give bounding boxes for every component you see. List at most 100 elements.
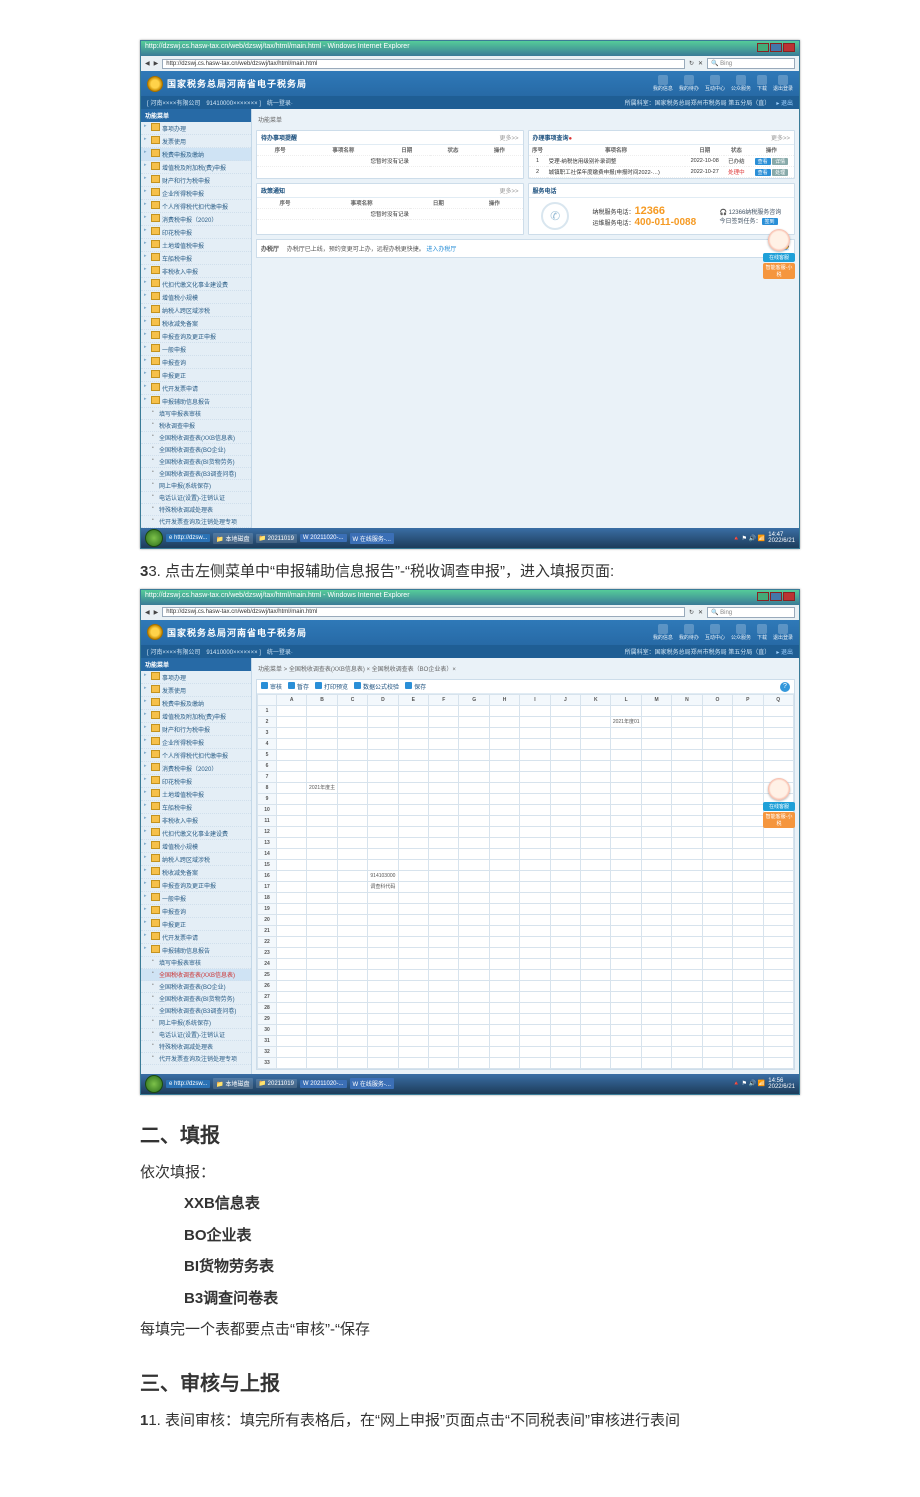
btn-check[interactable]: 数据公式校验	[354, 682, 399, 691]
sidebar-sub-item-xxb[interactable]: 全国税收调查表(XXB信息表)	[141, 969, 251, 981]
start-button[interactable]	[145, 529, 163, 547]
search-input[interactable]: 🔍 Bing	[707, 58, 795, 69]
online-service-btn[interactable]: 在线客服	[763, 253, 795, 262]
sidebar-item[interactable]: 增值税及附加税(费)申报	[141, 161, 251, 174]
sidebar-sub-item[interactable]: 全国税收调查表(B3调查问卷)	[141, 468, 251, 480]
window-buttons[interactable]	[756, 43, 795, 54]
forward-icon[interactable]: ▶	[154, 609, 159, 616]
forward-icon[interactable]: ▶	[154, 60, 159, 67]
hdr-icon-download[interactable]: 下载	[757, 75, 767, 92]
sidebar-sub-item[interactable]: 全国税收调查表(BO企业)	[141, 444, 251, 456]
hdr-icon-exit[interactable]: 退出登录	[773, 75, 793, 92]
hdr-icon-public[interactable]: 公众服务	[731, 75, 751, 92]
heading-audit: 三、审核与上报	[140, 1367, 800, 1396]
signin-btn[interactable]: 签到	[762, 218, 778, 225]
header-iconrow: 我的信息 我的待办 互动中心 公众服务 下载 退出登录	[653, 75, 793, 92]
taskbar-item[interactable]: 📁 20211019	[256, 534, 297, 543]
view-btn[interactable]: 查看	[755, 158, 771, 165]
panel-more[interactable]: 更多>>	[771, 133, 790, 142]
spreadsheet-grid[interactable]: ABCDEFGHIJKLMNOPQ122021年度013456782021年度主…	[257, 694, 794, 1069]
help-icon[interactable]: ?	[780, 682, 790, 692]
btn-print[interactable]: 打印预览	[315, 682, 348, 691]
url-input[interactable]: http://dzswj.cs.hasw-tax.cn/web/dzswj/ta…	[162, 607, 685, 617]
sidebar-item[interactable]: 一般申报	[141, 343, 251, 356]
sidebar-sub-item[interactable]: 电话认证(设置)-注销认证	[141, 492, 251, 504]
sidebar-item[interactable]: 个人所得税代扣代缴申报	[141, 200, 251, 213]
taskbar-item[interactable]: 📁 本地磁盘	[213, 533, 252, 544]
start-button[interactable]	[145, 1075, 163, 1093]
sidebar-item[interactable]: 申报查询及更正申报	[141, 330, 251, 343]
handle-btn[interactable]: 处理	[772, 169, 788, 176]
sidebar-sub-item[interactable]: 全国税收调查表(XXB信息表)	[141, 432, 251, 444]
sidebar-item[interactable]: 财产和行为税申报	[141, 174, 251, 187]
site-title: 国家税务总局河南省电子税务局	[167, 77, 307, 90]
btn-stash[interactable]: 暂存	[288, 682, 309, 691]
sidebar-item[interactable]: 代扣代缴文化事业建设费	[141, 278, 251, 291]
main-area: 功能菜单 待办事项提醒 更多>> 序号事项名称日期状态操作 您暂时没有记录 办理…	[252, 109, 799, 528]
tray-icons[interactable]: 🔺 ⚑ 🔊 📶	[733, 535, 766, 542]
back-icon[interactable]: ◀	[145, 609, 150, 616]
sidebar-item-aux-report[interactable]: 申报辅助信息报告	[141, 395, 251, 408]
exit-link[interactable]: ▸ 退出	[776, 101, 793, 107]
voice-link[interactable]: 🎧 12366纳税服务咨询	[719, 207, 781, 216]
emblem-icon	[147, 624, 163, 640]
sidebar-item[interactable]: 纳税人跨区域涉税	[141, 304, 251, 317]
panel-phone: 服务电话 ✆ 纳税服务电话：12366 运维服务电话：400-011-0088 …	[528, 183, 796, 235]
sidebar-sub-item[interactable]: 代开发票查询及注销处理专项	[141, 516, 251, 528]
sidebar-sub-item[interactable]: 特殊税收调减处理表	[141, 504, 251, 516]
sidebar-item[interactable]: 车船税申报	[141, 252, 251, 265]
stop-icon[interactable]: ✕	[698, 60, 703, 67]
sidebar-sub-item[interactable]: 填写申报表审核	[141, 408, 251, 420]
online-service-btn[interactable]: 在线客服	[763, 802, 795, 811]
hotline-12366: 12366	[634, 205, 665, 217]
sidebar-item[interactable]: 申报查询	[141, 356, 251, 369]
sidebar-item[interactable]: 土地增值税申报	[141, 239, 251, 252]
detail-btn[interactable]: 详情	[772, 158, 788, 165]
sidebar-sub-item-tax-survey[interactable]: 税收调查申报	[141, 420, 251, 432]
list-item: XXB信息表	[184, 1191, 800, 1217]
sheet-toolbar: 审核 暂存 打印预览 数据公式校验 保存 ?	[257, 680, 794, 694]
taskbar-item[interactable]: W 在线服务-...	[350, 533, 394, 544]
sidebar: 功能菜单 事项办理 发票使用 税费申报及缴纳 增值税及附加税(费)申报 财产和行…	[141, 658, 252, 1074]
taskbar-item[interactable]: e http://dzsw...	[166, 534, 210, 542]
ie-window-title: http://dzswj.cs.hasw-tax.cn/web/dzswj/ta…	[145, 43, 410, 54]
refresh-icon[interactable]: ↻	[689, 609, 694, 616]
smart-service-btn[interactable]: 智能客服-小税	[763, 263, 795, 279]
sidebar-item[interactable]: 增值税小规模	[141, 291, 251, 304]
sidebar-sub-item[interactable]: 全国税收调查表(BI货物劳务)	[141, 456, 251, 468]
hdr-icon-interact[interactable]: 互动中心	[705, 75, 725, 92]
empty-text: 您暂时没有记录	[257, 156, 523, 167]
taskbar-item[interactable]: W 20211020-...	[300, 534, 347, 542]
sidebar-item[interactable]: 税收减免备案	[141, 317, 251, 330]
table-row[interactable]: 2 城镇职工社保年度缴费申报(申报时间2022-…) 2022-10-27 处理…	[529, 167, 795, 178]
sidebar-item[interactable]: 税费申报及缴纳	[141, 148, 251, 161]
table-row[interactable]: 1 受理-纳税信用级别补录调整 2022-10-08 已办结 查看 详情	[529, 156, 795, 167]
panel-more[interactable]: 更多>>	[499, 186, 518, 195]
sidebar-item[interactable]: 印花税申报	[141, 226, 251, 239]
stop-icon[interactable]: ✕	[698, 609, 703, 616]
window-buttons[interactable]	[756, 592, 795, 603]
sidebar-item[interactable]: 代开发票申请	[141, 382, 251, 395]
sidebar-item[interactable]: 消费税申报（2020）	[141, 213, 251, 226]
sidebar-cat: 功能菜单	[141, 109, 251, 122]
sidebar-item[interactable]: 企业所得税申报	[141, 187, 251, 200]
panel-table: 序号事项名称日期状态操作 1 受理-纳税信用级别补录调整 2022-10-08 …	[529, 145, 795, 178]
smart-service-btn[interactable]: 智能客服-小税	[763, 812, 795, 828]
panel-policy: 政策通知 更多>> 序号事项名称日期操作 您暂时没有记录	[256, 183, 524, 235]
btn-audit[interactable]: 审核	[261, 682, 282, 691]
back-icon[interactable]: ◀	[145, 60, 150, 67]
btn-save[interactable]: 保存	[405, 682, 426, 691]
sidebar-item[interactable]: 事项办理	[141, 122, 251, 135]
refresh-icon[interactable]: ↻	[689, 60, 694, 67]
view-btn[interactable]: 查看	[755, 169, 771, 176]
hdr-icon-info[interactable]: 我的信息	[653, 75, 673, 92]
hdr-icon-todo[interactable]: 我的待办	[679, 75, 699, 92]
search-input[interactable]: 🔍 Bing	[707, 607, 795, 618]
sidebar-sub-item[interactable]: 网上申报(系统保存)	[141, 480, 251, 492]
sidebar-item[interactable]: 申报更正	[141, 369, 251, 382]
panel-more[interactable]: 更多>>	[499, 133, 518, 142]
sidebar-item[interactable]: 非税收入申报	[141, 265, 251, 278]
sidebar-item[interactable]: 发票使用	[141, 135, 251, 148]
enter-office-link[interactable]: 进入办税厅	[426, 247, 456, 253]
url-input[interactable]: http://dzswj.cs.hasw-tax.cn/web/dzswj/ta…	[162, 59, 685, 69]
